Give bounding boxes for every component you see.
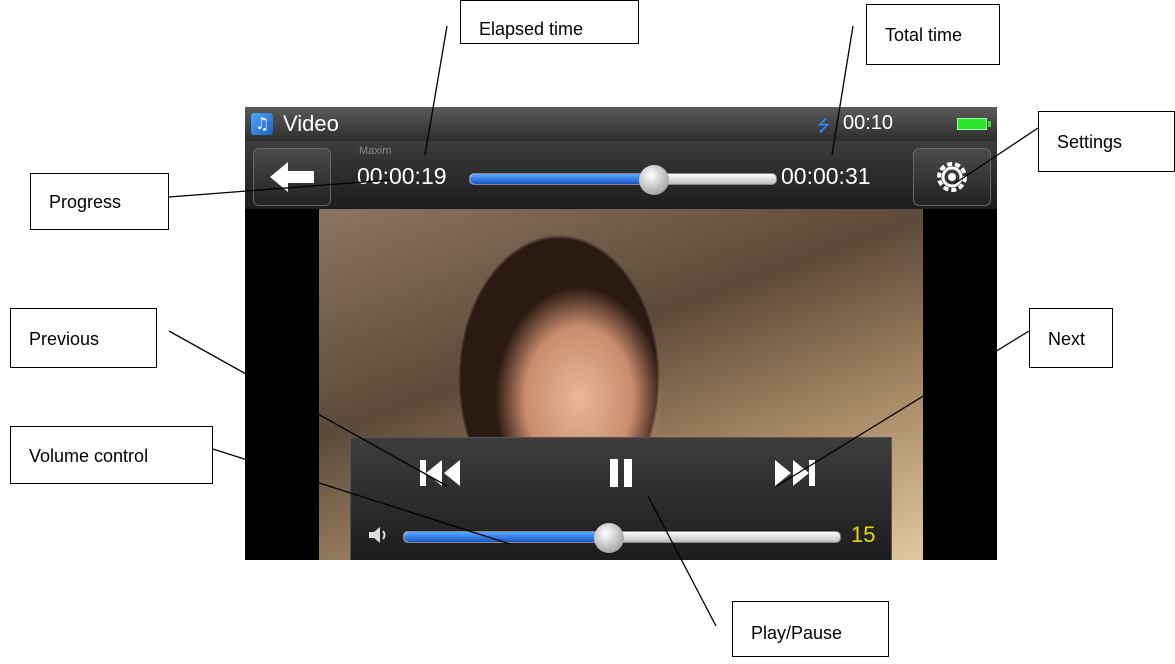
control-panel: 15: [350, 437, 892, 560]
total-time: 00:00:31: [781, 163, 871, 189]
callout-settings: Settings: [1038, 111, 1175, 172]
speaker-icon: [369, 527, 386, 543]
callout-total-time: Total time: [866, 4, 1000, 65]
video-app-icon: [251, 113, 273, 135]
gear-icon: [937, 162, 967, 192]
callout-volume-control: Volume control: [10, 426, 213, 484]
progress-bar-area: Maxim 00:00:19 00:00:31: [245, 141, 997, 209]
callout-progress: Progress: [30, 173, 169, 230]
usb-icon: ⭍: [817, 116, 831, 135]
callout-next: Next: [1029, 308, 1113, 368]
status-clock: 00:10: [843, 112, 894, 134]
app-title: Video: [283, 111, 339, 136]
callout-elapsed-time: Elapsed time: [460, 0, 639, 44]
previous-button[interactable]: [406, 448, 476, 498]
track-name: Maxim: [359, 145, 392, 157]
progress-thumb[interactable]: [638, 165, 669, 195]
elapsed-time: 00:00:19: [357, 163, 447, 189]
volume-value: 15: [851, 522, 876, 547]
skip-previous-icon: [420, 460, 460, 486]
callout-previous: Previous: [10, 308, 157, 368]
back-arrow-icon: [270, 162, 314, 192]
progress-fill: [470, 174, 654, 184]
progress-slider[interactable]: [469, 165, 777, 195]
next-button[interactable]: [759, 448, 829, 498]
play-pause-button[interactable]: [586, 448, 656, 498]
volume-slider[interactable]: [403, 523, 841, 553]
battery-icon: [957, 118, 991, 130]
callout-play-pause: Play/Pause: [732, 601, 889, 657]
player-screen: Video ⭍ 00:10 Maxim 00:00:19 00:00:31: [245, 107, 997, 560]
status-bar: Video ⭍ 00:10: [245, 107, 997, 141]
settings-button[interactable]: [913, 148, 991, 206]
volume-thumb[interactable]: [593, 523, 624, 553]
pause-icon: [610, 459, 632, 487]
volume-fill: [404, 532, 609, 542]
back-button[interactable]: [253, 148, 331, 206]
skip-next-icon: [775, 460, 815, 486]
